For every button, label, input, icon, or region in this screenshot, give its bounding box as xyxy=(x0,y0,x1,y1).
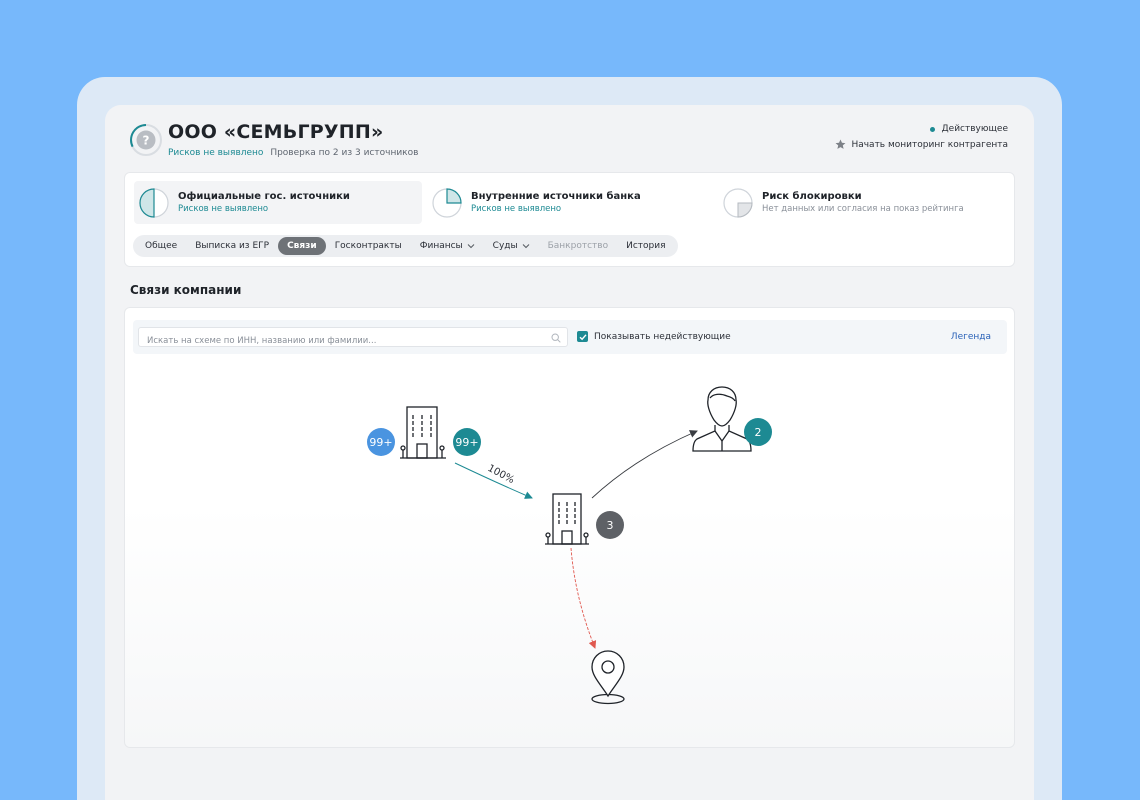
tab-bankruptcy[interactable]: Банкротство xyxy=(539,237,617,255)
source-bank[interactable]: Внутренние источники банка Рисков не выя… xyxy=(427,181,712,224)
tab-label: История xyxy=(626,241,666,251)
tab-label: Суды xyxy=(492,241,518,251)
star-icon xyxy=(836,139,846,149)
tab-label: Общее xyxy=(145,241,178,251)
source-title: Внутренние источники банка xyxy=(471,191,641,202)
tab-egr-extract[interactable]: Выписка из ЕГР xyxy=(186,237,278,255)
graph-search-input[interactable] xyxy=(139,332,567,350)
links-graph-card: 100% 99+ 99+ 3 2 Искать на схеме по ИНН,… xyxy=(124,307,1015,748)
company-building-icon[interactable] xyxy=(545,493,589,545)
company-subtitle: Рисков не выявлено Проверка по 2 из 3 ис… xyxy=(168,148,418,158)
status-label: Действующее xyxy=(941,124,1008,134)
tab-history[interactable]: История xyxy=(617,237,674,255)
company-status: Действующее xyxy=(929,124,1008,134)
tab-general[interactable]: Общее xyxy=(136,237,186,255)
tab-label: Выписка из ЕГР xyxy=(195,241,270,251)
edge-share-label: 100% xyxy=(486,463,516,486)
parent-company-building-icon[interactable] xyxy=(400,406,446,459)
official-source-score-icon xyxy=(139,187,169,218)
source-block-risk[interactable]: Риск блокировки Нет данных или согласия … xyxy=(718,181,1008,224)
tabs-bar: Общее Выписка из ЕГР Связи Госконтракты … xyxy=(133,235,678,257)
tab-links[interactable]: Связи xyxy=(278,237,326,255)
parent-right-badge[interactable]: 99+ xyxy=(453,428,481,456)
block-risk-score-icon xyxy=(723,187,753,218)
graph-toolbar: Показывать недействующие Легенда xyxy=(133,320,1007,354)
show-inactive-checkbox[interactable]: Показывать недействующие xyxy=(577,331,731,342)
person-icon[interactable] xyxy=(692,386,752,452)
tab-finances[interactable]: Финансы xyxy=(411,237,484,255)
chevron-down-icon xyxy=(467,244,475,249)
question-score-icon: ? xyxy=(130,124,162,156)
badge-count: 3 xyxy=(607,519,614,532)
parent-left-badge[interactable]: 99+ xyxy=(367,428,395,456)
tab-label: Банкротство xyxy=(547,241,609,251)
checkbox-box[interactable] xyxy=(577,331,588,342)
company-links-badge[interactable]: 3 xyxy=(596,511,624,539)
source-subtitle: Нет данных или согласия на показ рейтинг… xyxy=(762,204,964,214)
checkmark-icon xyxy=(579,333,587,340)
location-pin-icon[interactable] xyxy=(591,650,625,705)
badge-count: 2 xyxy=(755,426,762,439)
legend-link[interactable]: Легенда xyxy=(951,332,991,342)
chevron-down-icon xyxy=(522,244,529,249)
monitor-label: Начать мониторинг контрагента xyxy=(851,139,1008,150)
badge-count: 99+ xyxy=(455,436,478,449)
bank-source-score-icon xyxy=(432,187,462,218)
person-links-badge[interactable]: 2 xyxy=(744,418,772,446)
show-inactive-label: Показывать недействующие xyxy=(594,331,731,342)
source-official[interactable]: Официальные гос. источники Рисков не выя… xyxy=(134,181,422,224)
graph-search xyxy=(138,327,568,350)
edge-company-to-address[interactable] xyxy=(570,547,597,649)
source-title: Риск блокировки xyxy=(762,191,862,202)
section-title: Связи компании xyxy=(130,283,242,297)
svg-text:?: ? xyxy=(143,134,150,148)
badge-count: 99+ xyxy=(369,436,392,449)
company-name: ООО «СЕМЬГРУПП» xyxy=(168,121,384,143)
tab-label: Госконтракты xyxy=(334,241,402,251)
tab-label: Финансы xyxy=(419,241,463,251)
search-icon[interactable] xyxy=(551,333,561,343)
sources-card: Официальные гос. источники Рисков не выя… xyxy=(124,172,1015,267)
tab-gov-contracts[interactable]: Госконтракты xyxy=(326,237,411,255)
risk-status: Рисков не выявлено xyxy=(168,148,264,158)
status-dot xyxy=(929,126,935,132)
edge-company-to-person[interactable] xyxy=(591,430,698,499)
source-title: Официальные гос. источники xyxy=(178,191,350,202)
check-info: Проверка по 2 из 3 источников xyxy=(270,148,419,158)
links-graph[interactable]: 100% 99+ 99+ 3 2 xyxy=(125,308,1016,749)
start-monitoring-button[interactable]: Начать мониторинг контрагента xyxy=(835,139,1008,150)
tab-courts[interactable]: Суды xyxy=(484,237,539,255)
app-screen: ? ООО «СЕМЬГРУПП» Рисков не выявлено Про… xyxy=(105,105,1034,800)
source-subtitle: Рисков не выявлено xyxy=(178,204,269,214)
tab-label: Связи xyxy=(287,241,317,251)
source-subtitle: Рисков не выявлено xyxy=(471,204,562,214)
